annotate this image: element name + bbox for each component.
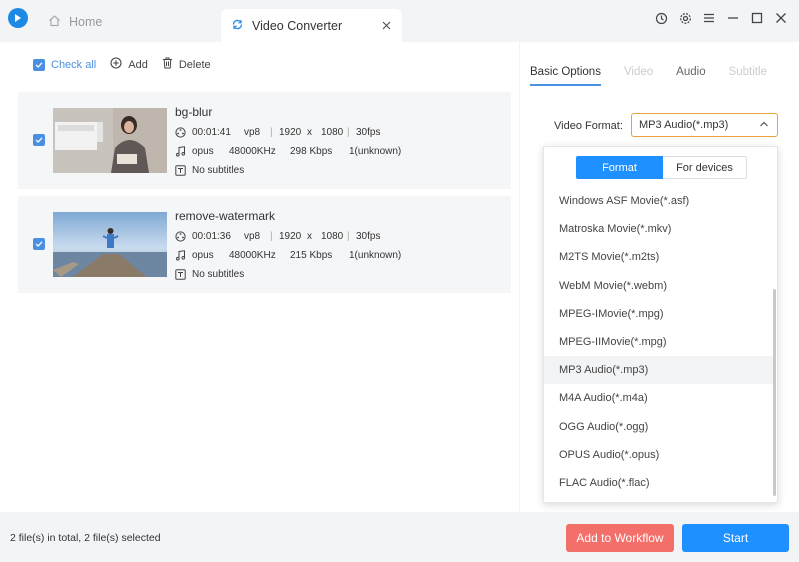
home-icon <box>48 14 61 30</box>
file-item[interactable]: remove-watermark 00:01:36 vp8 | 1920 x 1… <box>18 196 511 293</box>
add-label: Add <box>128 58 148 71</box>
width: 1920 <box>279 231 302 242</box>
subtitle-icon <box>175 269 186 280</box>
video-meta-row: 00:01:36 vp8 | 1920 x 1080 | 30fps <box>175 231 380 242</box>
format-option[interactable]: M2TS Movie(*.m2ts) <box>544 243 776 271</box>
close-window-icon[interactable] <box>773 10 789 26</box>
video-codec: vp8 <box>244 231 261 242</box>
audio-codec: opus <box>192 146 214 157</box>
file-toolbar: Check all Add Delete <box>33 57 211 72</box>
tab-home[interactable]: Home <box>48 10 102 34</box>
video-meta-row: 00:01:41 vp8 | 1920 x 1080 | 30fps <box>175 127 380 138</box>
maximize-icon[interactable] <box>749 10 765 26</box>
times-sign: x <box>307 127 312 138</box>
format-option[interactable]: MPEG-IIMovie(*.mpg) <box>544 328 776 356</box>
title-bar: Home Video Converter <box>0 0 799 42</box>
channels: 1(unknown) <box>349 146 402 157</box>
subtitle-meta-row: No subtitles <box>175 165 244 176</box>
file-checkbox[interactable] <box>33 134 45 146</box>
minimize-icon[interactable] <box>725 10 741 26</box>
subtitle-icon <box>175 165 186 176</box>
bitrate: 298 Kbps <box>290 146 333 157</box>
add-to-workflow-button[interactable]: Add to Workflow <box>566 524 674 552</box>
video-reel-icon <box>175 127 186 138</box>
bitrate: 215 Kbps <box>290 250 333 261</box>
add-button[interactable]: Add <box>110 57 148 72</box>
bottom-bar: 2 file(s) in total, 2 file(s) selected A… <box>0 512 799 562</box>
delete-button[interactable]: Delete <box>162 57 211 72</box>
video-reel-icon <box>175 231 186 242</box>
tab-audio[interactable]: Audio <box>676 66 705 86</box>
height: 1080 <box>321 127 344 138</box>
check-all-button[interactable]: Check all <box>33 58 97 71</box>
sample-rate: 48000KHz <box>229 146 276 157</box>
checkbox-checked-icon <box>33 58 45 71</box>
file-list-panel: Check all Add Delete bg-blur 00:01:41 vp… <box>0 42 519 512</box>
app-logo-icon <box>8 8 28 28</box>
format-type-toggle: Format For devices <box>576 156 747 179</box>
times-sign: x <box>307 231 312 242</box>
tab-video-converter[interactable]: Video Converter <box>221 9 402 42</box>
fps: 30fps <box>356 127 381 138</box>
file-name: remove-watermark <box>175 209 276 223</box>
selection-status: 2 file(s) in total, 2 file(s) selected <box>10 532 161 544</box>
settings-icon[interactable] <box>677 10 693 26</box>
format-option[interactable]: FLAC Audio(*.flac) <box>544 469 776 497</box>
format-option[interactable]: MPEG-IMovie(*.mpg) <box>544 300 776 328</box>
file-item[interactable]: bg-blur 00:01:41 vp8 | 1920 x 1080 | 30f… <box>18 92 511 189</box>
history-icon[interactable] <box>653 10 669 26</box>
duration: 00:01:41 <box>192 127 231 138</box>
chevron-up-icon <box>759 119 769 132</box>
format-toggle-button[interactable]: Format <box>576 156 663 179</box>
format-option[interactable]: M4A Audio(*.m4a) <box>544 384 776 412</box>
tab-subtitle[interactable]: Subtitle <box>729 66 767 86</box>
video-codec: vp8 <box>244 127 261 138</box>
format-dropdown: Format For devices Windows ASF Movie(*.a… <box>543 146 778 503</box>
subtitle-meta-row: No subtitles <box>175 269 244 280</box>
tab-basic-options[interactable]: Basic Options <box>530 66 601 86</box>
format-option[interactable]: Matroska Movie(*.mkv) <box>544 215 776 243</box>
add-icon <box>110 57 122 72</box>
devices-toggle-button[interactable]: For devices <box>663 156 747 179</box>
music-note-icon <box>175 250 186 261</box>
format-option[interactable]: WebM Movie(*.webm) <box>544 272 776 300</box>
video-thumbnail <box>53 108 167 173</box>
channels: 1(unknown) <box>349 250 402 261</box>
video-format-select[interactable]: MP3 Audio(*.mp3) <box>631 113 778 137</box>
subtitles: No subtitles <box>192 269 245 280</box>
format-option[interactable]: OPUS Audio(*.opus) <box>544 441 776 469</box>
format-option-selected[interactable]: MP3 Audio(*.mp3) <box>544 356 776 385</box>
width: 1920 <box>279 127 302 138</box>
sample-rate: 48000KHz <box>229 250 276 261</box>
check-all-label: Check all <box>51 58 97 71</box>
menu-icon[interactable] <box>701 10 717 26</box>
format-option[interactable]: OGG Audio(*.ogg) <box>544 413 776 441</box>
tab-video-converter-label: Video Converter <box>252 18 343 33</box>
options-tabs: Basic Options Video Audio Subtitle <box>530 66 767 86</box>
close-tab-icon[interactable] <box>378 17 394 33</box>
video-thumbnail <box>53 212 167 277</box>
subtitles: No subtitles <box>192 165 245 176</box>
start-button[interactable]: Start <box>682 524 789 552</box>
height: 1080 <box>321 231 344 242</box>
file-checkbox[interactable] <box>33 238 45 250</box>
file-name: bg-blur <box>175 105 213 119</box>
fps: 30fps <box>356 231 381 242</box>
duration: 00:01:36 <box>192 231 231 242</box>
video-format-value: MP3 Audio(*.mp3) <box>639 119 729 131</box>
tab-home-label: Home <box>69 15 103 29</box>
dropdown-scrollbar[interactable] <box>773 289 776 496</box>
format-option[interactable]: Windows ASF Movie(*.asf) <box>544 187 776 215</box>
music-note-icon <box>175 146 186 157</box>
trash-icon <box>162 57 173 72</box>
audio-codec: opus <box>192 250 214 261</box>
video-format-label: Video Format: <box>554 120 623 132</box>
format-list: Windows ASF Movie(*.asf) Matroska Movie(… <box>544 187 776 497</box>
tab-video[interactable]: Video <box>624 66 653 86</box>
audio-meta-row: opus 48000KHz 215 Kbps 1(unknown) <box>175 250 401 261</box>
delete-label: Delete <box>178 58 211 71</box>
audio-meta-row: opus 48000KHz 298 Kbps 1(unknown) <box>175 146 401 157</box>
refresh-icon <box>231 18 244 34</box>
